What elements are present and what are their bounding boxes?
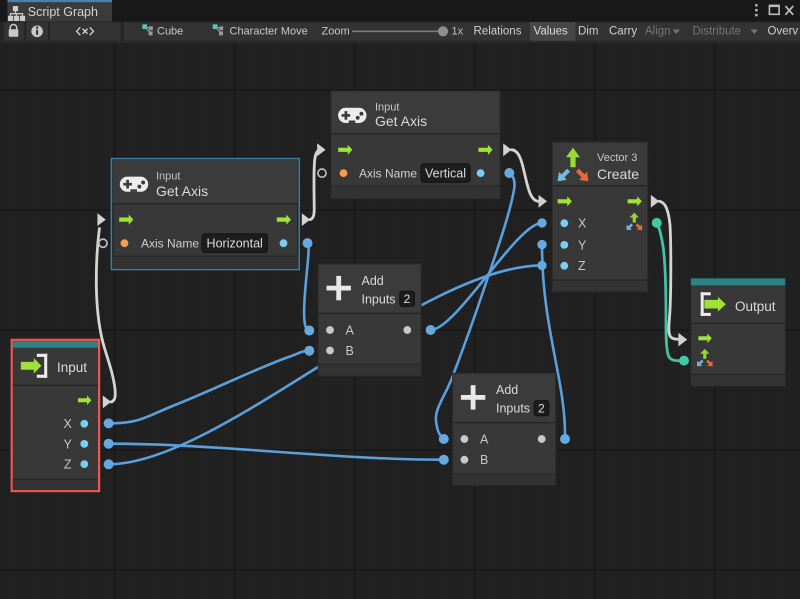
svg-text:B: B xyxy=(346,344,354,358)
svg-text:Overv: Overv xyxy=(768,26,799,38)
svg-text:X: X xyxy=(64,417,73,431)
svg-text:Character Move: Character Move xyxy=(230,25,308,37)
svg-text:Vertical: Vertical xyxy=(425,166,466,180)
svg-text:Y: Y xyxy=(578,238,587,252)
svg-text:Inputs: Inputs xyxy=(362,292,396,306)
svg-text:Script Graph: Script Graph xyxy=(28,5,98,19)
svg-text:Z: Z xyxy=(578,259,586,273)
svg-text:2: 2 xyxy=(404,292,411,306)
svg-text:Carry: Carry xyxy=(609,26,637,38)
svg-text:Zoom: Zoom xyxy=(322,25,350,37)
svg-text:Vector 3: Vector 3 xyxy=(597,152,637,164)
svg-text:B: B xyxy=(480,453,488,467)
svg-text:Cube: Cube xyxy=(157,25,183,37)
svg-text:Inputs: Inputs xyxy=(496,402,530,416)
svg-text:Input: Input xyxy=(375,101,399,113)
svg-text:2: 2 xyxy=(538,402,545,416)
svg-text:Z: Z xyxy=(64,458,72,472)
svg-text:Get Axis: Get Axis xyxy=(156,183,208,199)
svg-text:Horizontal: Horizontal xyxy=(207,237,263,251)
svg-text:Distribute: Distribute xyxy=(693,26,742,38)
svg-text:Output: Output xyxy=(735,299,776,314)
svg-text:Y: Y xyxy=(64,437,73,451)
svg-text:Input: Input xyxy=(156,170,180,182)
svg-text:Get Axis: Get Axis xyxy=(375,113,427,129)
svg-text:Dim: Dim xyxy=(578,26,598,38)
svg-text:Values: Values xyxy=(534,26,569,38)
svg-text:Axis Name: Axis Name xyxy=(359,166,417,180)
svg-text:Axis Name: Axis Name xyxy=(141,236,199,250)
svg-text:Relations: Relations xyxy=(474,26,522,38)
svg-text:Add: Add xyxy=(362,274,384,288)
svg-text:Add: Add xyxy=(496,383,518,397)
svg-text:Input: Input xyxy=(57,360,87,375)
svg-text:Align: Align xyxy=(645,26,671,38)
svg-text:A: A xyxy=(480,432,489,446)
svg-text:1x: 1x xyxy=(452,26,464,38)
svg-text:A: A xyxy=(346,323,355,337)
svg-text:Create: Create xyxy=(597,166,639,182)
svg-text:X: X xyxy=(578,217,587,231)
